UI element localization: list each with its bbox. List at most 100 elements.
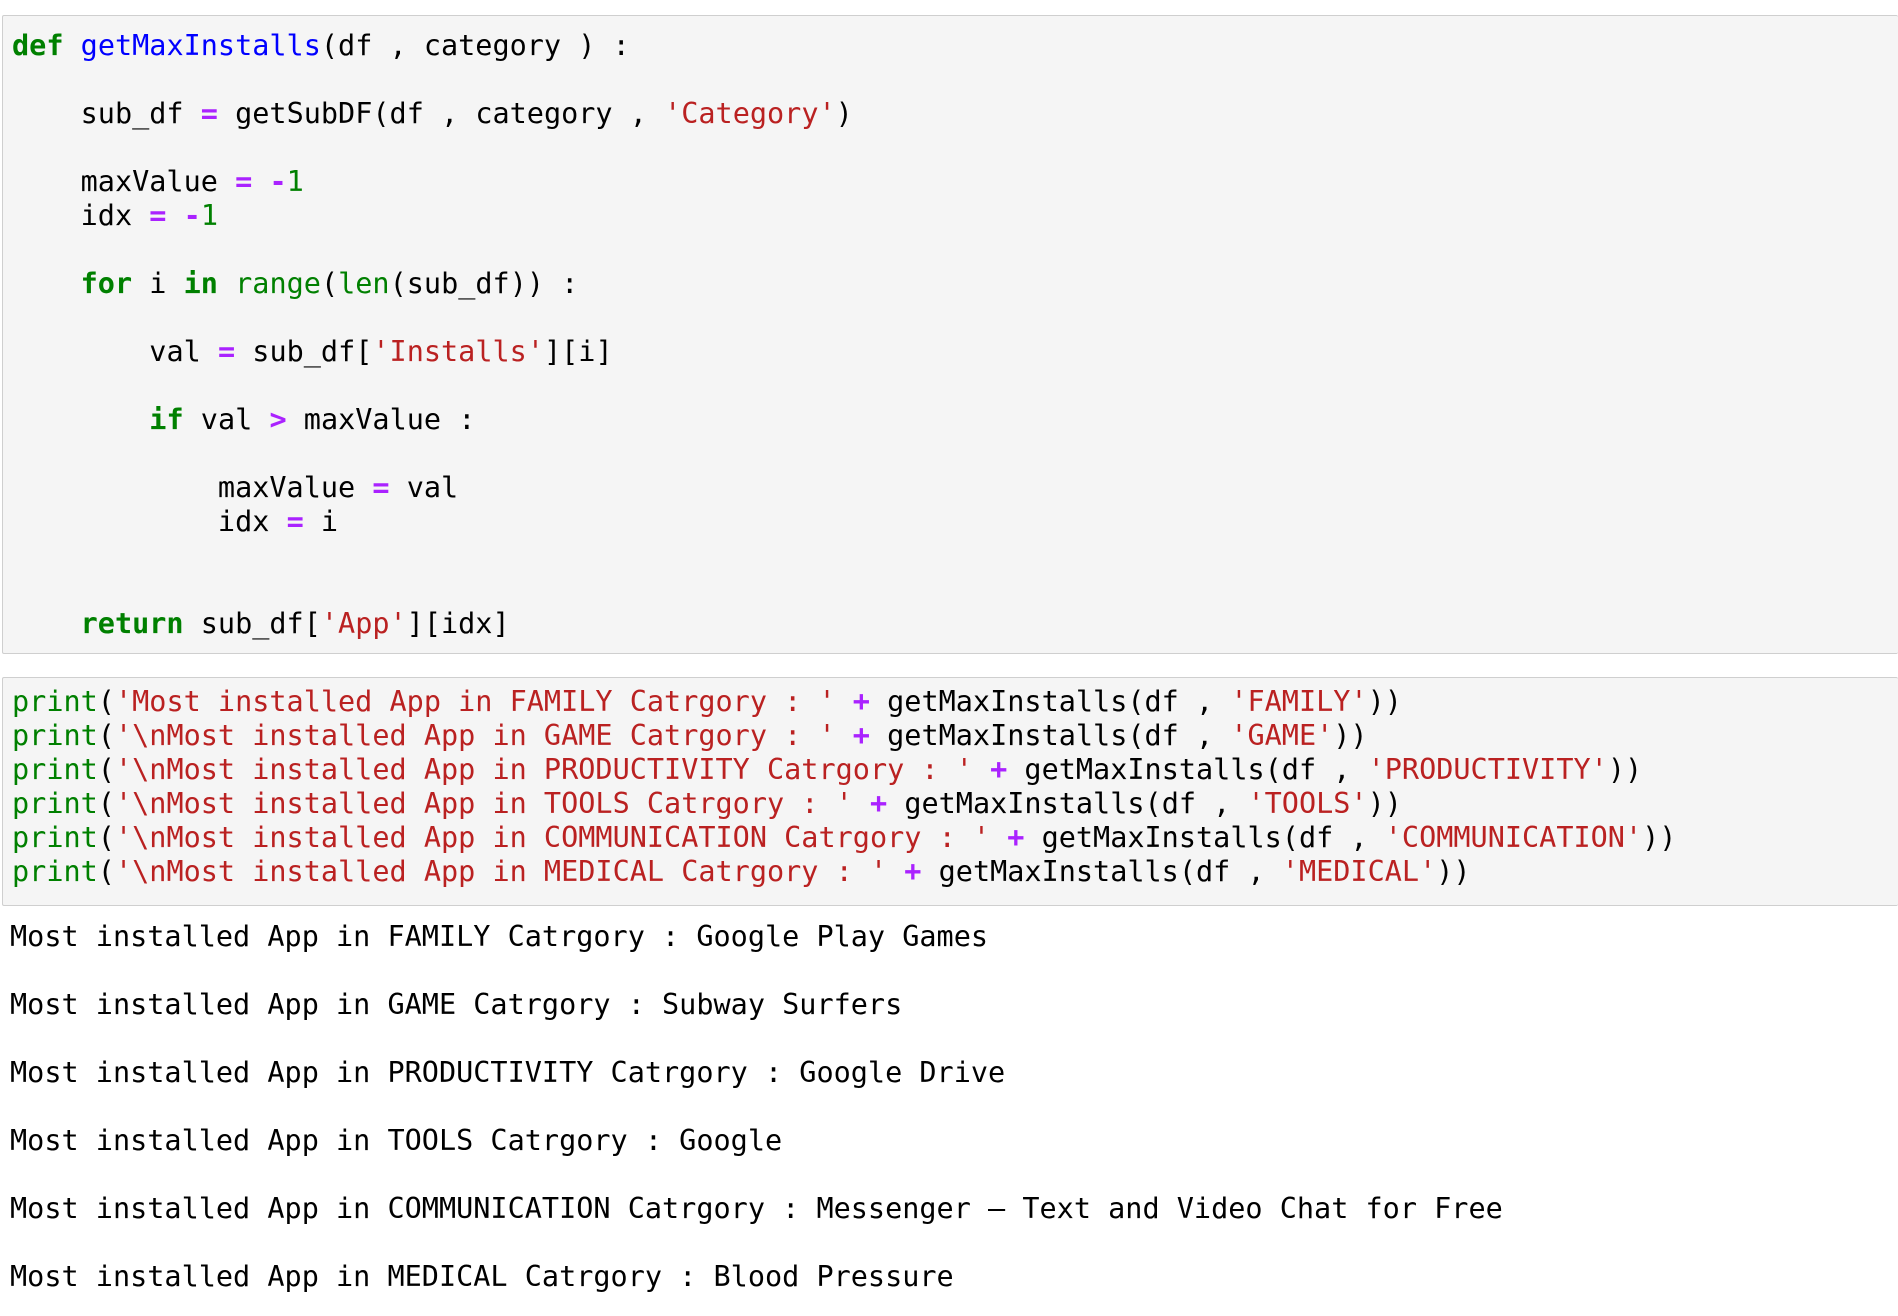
function-name: getMaxInstalls xyxy=(80,29,321,62)
code-token: ( xyxy=(97,719,115,752)
code-token: idx xyxy=(217,505,270,538)
code-operator: + xyxy=(852,719,870,752)
code-token: getMaxInstalls(df , xyxy=(887,685,1231,718)
code-string: 'PRODUCTIVITY' xyxy=(1367,753,1608,786)
code-string: 'App' xyxy=(320,607,407,640)
code-token: ( xyxy=(97,685,115,718)
code-line-for: for i in range(len(sub_df)) : xyxy=(12,267,579,301)
keyword-return: return xyxy=(80,607,184,640)
output-line: Most installed App in GAME Catrgory : Su… xyxy=(10,988,903,1021)
code-string: '\nMost installed App in GAME Catrgory :… xyxy=(114,719,836,752)
code-line-val: val = sub_df['Installs'][i] xyxy=(12,335,613,369)
code-line-subdf: sub_df = getSubDF(df , category , 'Categ… xyxy=(12,97,853,131)
code-token: ( xyxy=(97,855,115,888)
code-line-print-game: print('\nMost installed App in GAME Catr… xyxy=(12,719,1368,753)
code-token: ][i] xyxy=(543,335,613,368)
code-token: )) xyxy=(1607,753,1643,786)
code-token: getMaxInstalls(df , xyxy=(1041,821,1385,854)
code-token: (sub_df)) : xyxy=(389,267,579,300)
builtin-range: range xyxy=(235,267,321,300)
code-token: sub_df[ xyxy=(200,607,321,640)
code-token: )) xyxy=(1367,685,1402,718)
code-string: 'TOOLS' xyxy=(1247,787,1368,820)
code-token: getMaxInstalls(df , xyxy=(887,719,1231,752)
code-cell-print-statements[interactable]: print('Most installed App in FAMILY Catr… xyxy=(2,677,1898,906)
code-token: )) xyxy=(1642,821,1677,854)
output-line: Most installed App in FAMILY Catrgory : … xyxy=(10,920,989,953)
code-string: 'MEDICAL' xyxy=(1281,855,1437,888)
builtin-print: print xyxy=(12,753,98,786)
code-operator: = xyxy=(149,199,167,232)
code-string: '\nMost installed App in TOOLS Catrgory … xyxy=(114,787,853,820)
code-token: sub_df[ xyxy=(252,335,373,368)
code-token: ) xyxy=(835,97,853,130)
code-operator: + xyxy=(990,753,1008,786)
function-signature: (df , category ) : xyxy=(320,29,630,62)
code-string: '\nMost installed App in PRODUCTIVITY Ca… xyxy=(114,753,973,786)
code-operator: = xyxy=(200,97,218,130)
code-line-print-tools: print('\nMost installed App in TOOLS Cat… xyxy=(12,787,1402,821)
code-line-print-communication: print('\nMost installed App in COMMUNICA… xyxy=(12,821,1676,855)
code-token: idx xyxy=(80,199,133,232)
builtin-print: print xyxy=(12,685,98,718)
builtin-print: print xyxy=(12,719,98,752)
code-token: ][idx] xyxy=(406,607,510,640)
code-string: '\nMost installed App in MEDICAL Catrgor… xyxy=(114,855,888,888)
code-line-maxvalue-init: maxValue = -1 xyxy=(12,165,304,199)
code-string: 'COMMUNICATION' xyxy=(1384,821,1643,854)
code-token: )) xyxy=(1333,719,1368,752)
code-operator: > xyxy=(269,403,287,436)
code-cell-function-definition[interactable]: def getMaxInstalls(df , category ) : sub… xyxy=(2,15,1898,654)
code-operator: = xyxy=(372,471,390,504)
code-token: maxValue xyxy=(217,471,356,504)
keyword-if: if xyxy=(149,403,184,436)
output-line: Most installed App in COMMUNICATION Catr… xyxy=(10,1192,1503,1225)
code-number: 1 xyxy=(286,165,304,198)
code-operator: + xyxy=(869,787,888,820)
code-string: 'FAMILY' xyxy=(1230,685,1368,718)
code-token: i xyxy=(149,267,167,300)
code-operator: = xyxy=(286,505,304,538)
code-token: getMaxInstalls(df , xyxy=(904,787,1248,820)
builtin-len: len xyxy=(338,267,390,300)
code-line-if: if val > maxValue : xyxy=(12,403,475,437)
code-token: ( xyxy=(97,821,115,854)
code-string: 'Category' xyxy=(664,97,836,130)
code-string: 'Installs' xyxy=(372,335,544,368)
output-line: Most installed App in PRODUCTIVITY Catrg… xyxy=(10,1056,1006,1089)
code-line-print-family: print('Most installed App in FAMILY Catr… xyxy=(12,685,1402,719)
code-token: ( xyxy=(97,753,115,786)
keyword-def: def xyxy=(12,29,64,62)
code-token: )) xyxy=(1367,787,1402,820)
code-token: ( xyxy=(320,267,339,300)
code-line-idx-assign: idx = i xyxy=(12,505,338,539)
code-token: getMaxInstalls(df , xyxy=(938,855,1282,888)
code-token: sub_df xyxy=(80,97,184,130)
code-line-maxvalue-assign: maxValue = val xyxy=(12,471,458,505)
code-token: maxValue xyxy=(80,165,218,198)
code-token: ( xyxy=(97,787,115,820)
keyword-for: for xyxy=(80,267,133,300)
builtin-print: print xyxy=(12,787,98,820)
output-line: Most installed App in MEDICAL Catrgory :… xyxy=(10,1260,954,1293)
code-line-print-productivity: print('\nMost installed App in PRODUCTIV… xyxy=(12,753,1642,787)
code-operator: + xyxy=(1007,821,1025,854)
builtin-print: print xyxy=(12,855,98,888)
builtin-print: print xyxy=(12,821,98,854)
output-line: Most installed App in TOOLS Catrgory : G… xyxy=(10,1124,783,1157)
code-operator: + xyxy=(852,685,870,718)
code-token: getSubDF(df , category , xyxy=(235,97,665,130)
code-string: '\nMost installed App in COMMUNICATION C… xyxy=(114,821,991,854)
code-line-return: return sub_df['App'][idx] xyxy=(12,607,510,641)
code-line-def: def getMaxInstalls(df , category ) : xyxy=(12,29,630,63)
code-operator: = xyxy=(217,335,236,368)
code-token: val xyxy=(200,403,253,436)
code-token: val xyxy=(149,335,201,368)
code-number: 1 xyxy=(200,199,218,232)
keyword-in: in xyxy=(183,267,218,300)
code-string: 'Most installed App in FAMILY Catrgory :… xyxy=(114,685,836,718)
code-string: 'GAME' xyxy=(1230,719,1334,752)
code-operator: - xyxy=(269,165,287,198)
code-token: val xyxy=(406,471,459,504)
code-line-idx-init: idx = -1 xyxy=(12,199,218,233)
